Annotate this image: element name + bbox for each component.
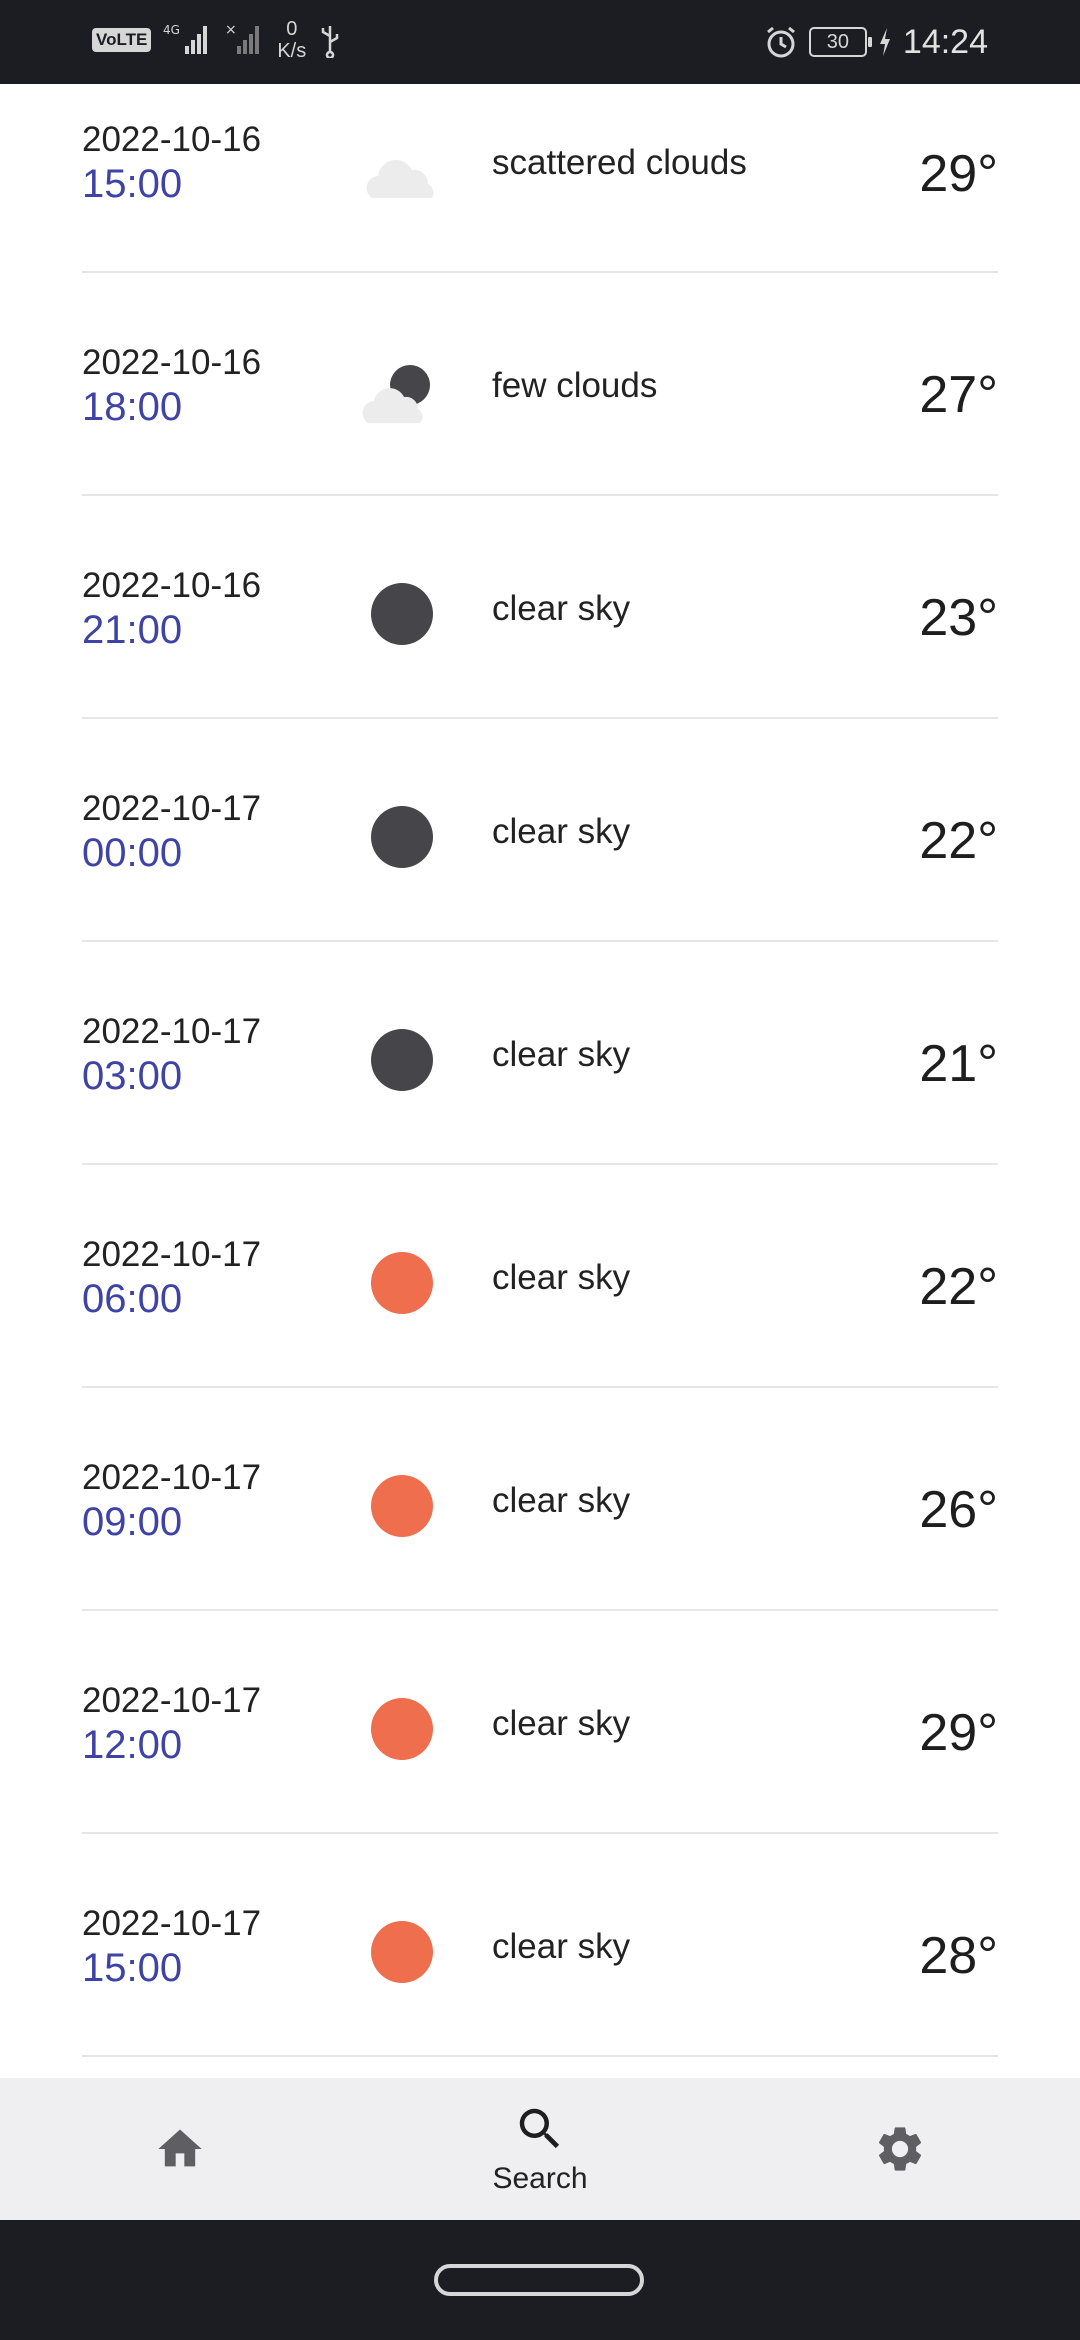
no-signal-icon: ×	[225, 22, 260, 54]
gear-icon	[879, 2127, 922, 2171]
clear-night-icon	[371, 583, 433, 645]
forecast-time: 00:00	[82, 831, 183, 875]
svg-text:4G: 4G	[163, 23, 180, 37]
forecast-temperature: 27°	[919, 366, 998, 424]
forecast-temperature: 22°	[919, 1258, 998, 1316]
forecast-temperature: 22°	[919, 812, 998, 870]
signal-icon: 4G	[163, 23, 208, 54]
forecast-time: 09:00	[82, 1500, 183, 1544]
forecast-temperature: 21°	[919, 1035, 998, 1093]
status-bar: VoLTE 4G × 0 K/s 30 14:24	[0, 0, 1080, 84]
forecast-row[interactable]: 2022-10-16 15:00 scattered clouds 29°	[82, 84, 998, 273]
forecast-row[interactable]: 2022-10-17 00:00 clear sky 22°	[82, 719, 998, 942]
forecast-time: 18:00	[82, 385, 183, 429]
forecast-temperature: 23°	[919, 589, 998, 647]
clear-night-icon	[371, 806, 433, 868]
forecast-row[interactable]: 2022-10-17 09:00 clear sky 26°	[82, 1388, 998, 1611]
forecast-description: clear sky	[492, 1927, 631, 1966]
home-gesture-pill[interactable]	[434, 2264, 644, 2296]
forecast-row[interactable]: 2022-10-16 18:00 few clouds 27°	[82, 273, 998, 496]
forecast-description: scattered clouds	[492, 143, 747, 182]
charging-icon	[879, 28, 890, 56]
forecast-date: 2022-10-17	[82, 1681, 262, 1720]
forecast-row[interactable]: 2022-10-17 15:00 clear sky 28°	[82, 1834, 998, 2057]
forecast-temperature: 28°	[919, 1927, 998, 1985]
svg-text:×: ×	[225, 22, 237, 38]
scattered-clouds-icon	[366, 160, 434, 198]
forecast-description: clear sky	[492, 1035, 631, 1074]
forecast-date: 2022-10-17	[82, 1458, 262, 1497]
forecast-list[interactable]: 2022-10-16 15:00 scattered clouds 29° 20…	[0, 84, 1080, 2078]
forecast-time: 06:00	[82, 1277, 183, 1321]
forecast-row[interactable]: 2022-10-17 03:00 clear sky 21°	[82, 942, 998, 1165]
few-clouds-night-icon	[362, 365, 430, 423]
forecast-date: 2022-10-16	[82, 343, 262, 382]
clock: 14:24	[902, 23, 988, 61]
forecast-temperature: 29°	[919, 1704, 998, 1762]
forecast-row[interactable]: 2022-10-17 12:00 clear sky 29°	[82, 1611, 998, 1834]
home-icon	[158, 2129, 202, 2167]
forecast-description: clear sky	[492, 1481, 631, 1520]
clear-day-icon	[371, 1475, 433, 1537]
forecast-description: clear sky	[492, 1704, 631, 1743]
clear-day-icon	[371, 1698, 433, 1760]
forecast-date: 2022-10-17	[82, 1235, 262, 1274]
alarm-icon	[766, 26, 795, 58]
nav-search-label: Search	[492, 2162, 588, 2195]
bottom-navigation: Search	[0, 2078, 1080, 2220]
forecast-date: 2022-10-16	[82, 120, 262, 159]
forecast-row[interactable]: 2022-10-17 06:00 clear sky 22°	[82, 1165, 998, 1388]
forecast-date: 2022-10-17	[82, 789, 262, 828]
forecast-time: 15:00	[82, 162, 183, 206]
nav-home-button[interactable]	[80, 2078, 280, 2220]
forecast-temperature: 26°	[919, 1481, 998, 1539]
forecast-row[interactable]: 2022-10-16 21:00 clear sky 23°	[82, 496, 998, 719]
forecast-time: 15:00	[82, 1946, 183, 1990]
clear-day-icon	[371, 1921, 433, 1983]
network-speed: 0 K/s	[277, 18, 306, 62]
speed-unit: K/s	[277, 40, 307, 62]
forecast-description: clear sky	[492, 589, 631, 628]
system-navigation-bar	[0, 2220, 1080, 2340]
status-left: VoLTE 4G × 0 K/s	[92, 18, 342, 62]
clear-day-icon	[371, 1252, 433, 1314]
forecast-time: 12:00	[82, 1723, 183, 1767]
battery-indicator: 30	[808, 27, 872, 57]
speed-value: 0	[286, 18, 298, 40]
forecast-description: clear sky	[492, 812, 631, 851]
forecast-time: 03:00	[82, 1054, 183, 1098]
status-right: 30 14:24	[763, 18, 988, 66]
volte-indicator: VoLTE	[92, 28, 152, 52]
nav-search-button[interactable]: Search	[440, 2078, 640, 2220]
forecast-description: few clouds	[492, 366, 658, 405]
clear-night-icon	[371, 1029, 433, 1091]
nav-settings-button[interactable]	[800, 2078, 1000, 2220]
forecast-temperature: 29°	[919, 145, 998, 203]
forecast-date: 2022-10-17	[82, 1012, 262, 1051]
usb-icon	[321, 26, 339, 58]
forecast-time: 21:00	[82, 608, 183, 652]
forecast-description: clear sky	[492, 1258, 631, 1297]
forecast-date: 2022-10-17	[82, 1904, 262, 1943]
search-icon	[519, 2108, 560, 2149]
forecast-date: 2022-10-16	[82, 566, 262, 605]
